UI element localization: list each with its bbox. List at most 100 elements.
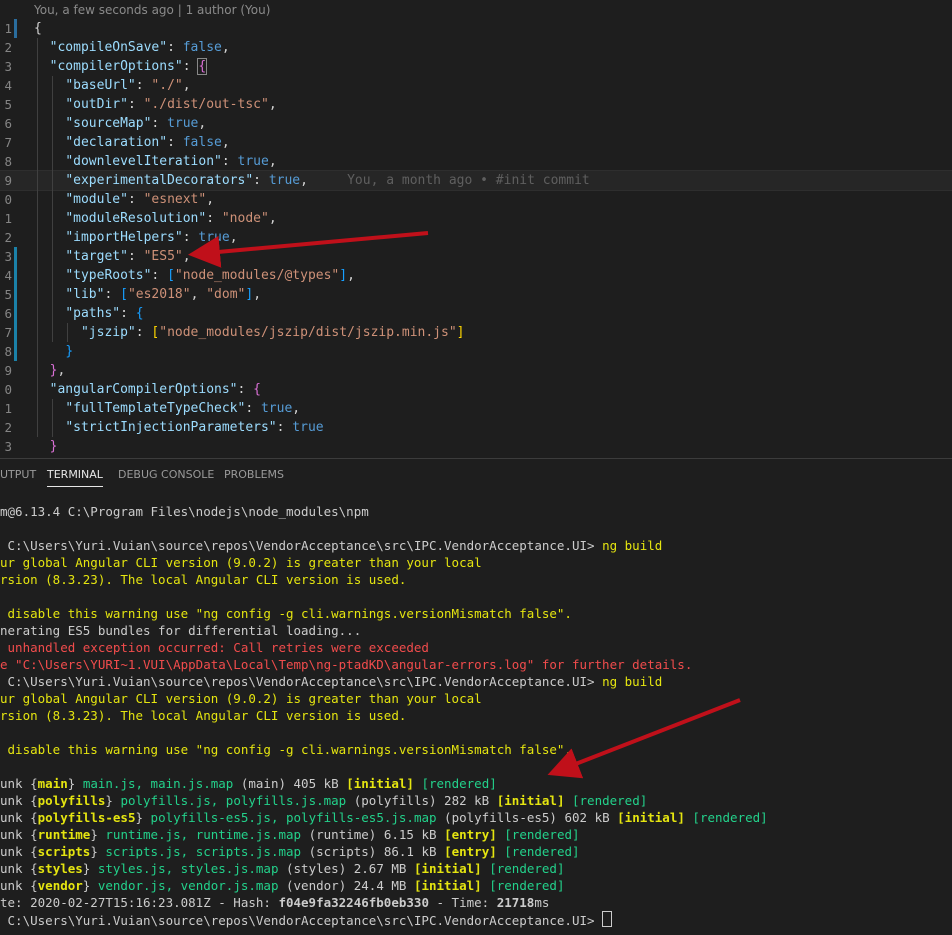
code-text[interactable]: }: [34, 437, 58, 456]
code-text[interactable]: "moduleResolution": "node",: [34, 209, 276, 228]
code-text[interactable]: "strictInjectionParameters": true: [34, 418, 323, 437]
token: :: [151, 116, 168, 131]
terminal-line: nerating ES5 bundles for differential lo…: [0, 622, 952, 639]
code-text[interactable]: "downlevelIteration": true,: [34, 152, 276, 171]
tab-debug-console[interactable]: DEBUG CONSOLE: [118, 459, 214, 491]
git-change-indicator[interactable]: [14, 266, 17, 285]
code-line[interactable]: 5 "lib": ["es2018", "dom"],: [0, 285, 952, 304]
code-line[interactable]: 4 "baseUrl": "./",: [0, 76, 952, 95]
line-number[interactable]: 7: [0, 133, 12, 152]
terminal-text: ms: [534, 895, 550, 910]
line-number[interactable]: 1: [0, 19, 12, 38]
code-text[interactable]: },: [34, 361, 66, 380]
code-text[interactable]: "experimentalDecorators": true, You, a m…: [34, 171, 589, 190]
code-line[interactable]: 2 "importHelpers": true,: [0, 228, 952, 247]
line-number[interactable]: 2: [0, 228, 12, 247]
code-text[interactable]: "paths": {: [34, 304, 143, 323]
token: {: [34, 21, 42, 36]
token: ]: [245, 287, 254, 302]
terminal-text: [initial]: [413, 861, 482, 876]
code-text[interactable]: "compilerOptions": {: [34, 57, 208, 76]
line-number[interactable]: 0: [0, 190, 12, 209]
token: "fullTemplateTypeCheck": [65, 401, 246, 416]
code-text[interactable]: "importHelpers": true,: [34, 228, 237, 247]
code-text[interactable]: "module": "esnext",: [34, 190, 214, 209]
code-line[interactable]: 0 "angularCompilerOptions": {: [0, 380, 952, 399]
code-line[interactable]: 8 }: [0, 342, 952, 361]
line-number[interactable]: 4: [0, 266, 12, 285]
tab-problems[interactable]: PROBLEMS: [224, 459, 284, 491]
code-line[interactable]: 2 "compileOnSave": false,: [0, 38, 952, 57]
line-number[interactable]: 2: [0, 418, 12, 437]
line-number[interactable]: 8: [0, 342, 12, 361]
line-number[interactable]: 3: [0, 437, 12, 456]
git-change-indicator[interactable]: [14, 19, 17, 38]
code-text[interactable]: "declaration": false,: [34, 133, 229, 152]
code-line[interactable]: 4 "typeRoots": ["node_modules/@types"],: [0, 266, 952, 285]
code-line[interactable]: 7 "declaration": false,: [0, 133, 952, 152]
code-editor[interactable]: You, a few seconds ago | 1 author (You) …: [0, 0, 952, 458]
code-text[interactable]: "fullTemplateTypeCheck": true,: [34, 399, 300, 418]
line-number[interactable]: 5: [0, 285, 12, 304]
line-number[interactable]: 9: [0, 171, 12, 190]
code-text[interactable]: "jszip": ["node_modules/jszip/dist/jszip…: [34, 323, 465, 342]
code-text[interactable]: "target": "ES5",: [34, 247, 190, 266]
line-number[interactable]: 1: [0, 209, 12, 228]
code-text[interactable]: "lib": ["es2018", "dom"],: [34, 285, 261, 304]
line-number[interactable]: 1: [0, 399, 12, 418]
code-line[interactable]: 3 "compilerOptions": {: [0, 57, 952, 76]
code-line[interactable]: 8 "downlevelIteration": true,: [0, 152, 952, 171]
token: :: [104, 287, 121, 302]
git-change-indicator[interactable]: [14, 285, 17, 304]
code-line[interactable]: 6 "sourceMap": true,: [0, 114, 952, 133]
tab-output[interactable]: UTPUT: [0, 459, 36, 491]
indent-guide: [52, 76, 53, 342]
line-number[interactable]: 8: [0, 152, 12, 171]
code-text[interactable]: "compileOnSave": false,: [34, 38, 230, 57]
code-line[interactable]: 9 "experimentalDecorators": true, You, a…: [0, 170, 952, 191]
line-number[interactable]: 7: [0, 323, 12, 342]
line-number[interactable]: 3: [0, 247, 12, 266]
code-line[interactable]: 7 "jszip": ["node_modules/jszip/dist/jsz…: [0, 323, 952, 342]
code-text[interactable]: {: [34, 19, 42, 38]
line-number[interactable]: 6: [0, 114, 12, 133]
line-number[interactable]: 4: [0, 76, 12, 95]
code-text[interactable]: "typeRoots": ["node_modules/@types"],: [34, 266, 355, 285]
line-number[interactable]: 9: [0, 361, 12, 380]
code-line[interactable]: 3 }: [0, 437, 952, 456]
code-text[interactable]: "baseUrl": "./",: [34, 76, 190, 95]
git-change-indicator[interactable]: [14, 342, 17, 361]
line-number[interactable]: 2: [0, 38, 12, 57]
git-change-indicator[interactable]: [14, 304, 17, 323]
code-line[interactable]: 1{: [0, 19, 952, 38]
code-text[interactable]: "outDir": "./dist/out-tsc",: [34, 95, 276, 114]
code-line[interactable]: 1 "fullTemplateTypeCheck": true,: [0, 399, 952, 418]
terminal-cursor[interactable]: [602, 911, 613, 927]
git-change-indicator[interactable]: [14, 247, 17, 266]
line-number[interactable]: 6: [0, 304, 12, 323]
code-text[interactable]: }: [34, 342, 73, 361]
token: "jszip": [80, 325, 136, 340]
code-line[interactable]: 5 "outDir": "./dist/out-tsc",: [0, 95, 952, 114]
tab-terminal[interactable]: TERMINAL: [47, 459, 103, 491]
line-number[interactable]: 3: [0, 57, 12, 76]
code-line[interactable]: 6 "paths": {: [0, 304, 952, 323]
code-line[interactable]: 9 },: [0, 361, 952, 380]
git-change-indicator[interactable]: [14, 323, 17, 342]
line-number[interactable]: 5: [0, 95, 12, 114]
line-number[interactable]: 0: [0, 380, 12, 399]
code-text[interactable]: "sourceMap": true,: [34, 114, 206, 133]
codelens-blame-header[interactable]: You, a few seconds ago | 1 author (You): [34, 2, 270, 19]
token: "moduleResolution": [65, 211, 207, 226]
terminal-text: polyfills-es5.js, polyfills-es5.js.map: [150, 810, 437, 825]
code-text[interactable]: "angularCompilerOptions": {: [34, 380, 261, 399]
code-line[interactable]: 2 "strictInjectionParameters": true: [0, 418, 952, 437]
code-line[interactable]: 0 "module": "esnext",: [0, 190, 952, 209]
terminal-text: unk {: [0, 810, 38, 825]
code-line[interactable]: 3 "target": "ES5",: [0, 247, 952, 266]
token: false: [182, 40, 222, 55]
code-line[interactable]: 1 "moduleResolution": "node",: [0, 209, 952, 228]
terminal-line: e "C:\Users\YURI~1.VUI\AppData\Local\Tem…: [0, 656, 952, 673]
